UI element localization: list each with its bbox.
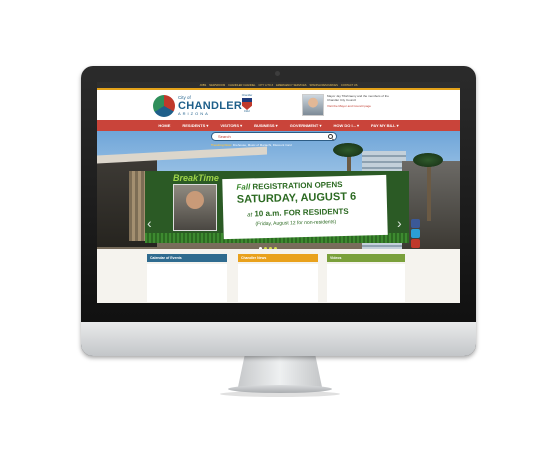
hero-section: Search Trending Now: Firehouse, Music of… [97,131,460,303]
product-mockup: JOBS NEWSROOM CHANDLER CHANNEL CITY A TO… [0,0,555,472]
nav-pay-my-bill[interactable]: PAY MY BILL ▾ [371,123,399,128]
search-box[interactable]: Search [211,132,337,141]
utility-link-newsroom[interactable]: NEWSROOM [209,84,225,87]
badge-label: Chandler [241,94,253,97]
logo-state: ARIZONA [178,110,210,116]
nav-residents[interactable]: RESIDENTS ▾ [182,123,208,128]
search-icon[interactable] [328,134,333,139]
hero-canopy [97,146,267,164]
feature-tiles: Calendar of Events Chandler News Videos [97,249,460,303]
registration-note: (Friday, August 12 for non-residents) [255,219,337,228]
palm-fronds [413,153,443,167]
shield-icon [242,98,252,110]
season-label: Fall [236,182,251,192]
tile-calendar[interactable]: Calendar of Events [147,254,227,262]
nav-business[interactable]: BUSINESS ▾ [254,123,278,128]
registration-date: SATURDAY, AUGUST 6 [236,190,357,206]
youtube-icon[interactable] [411,239,420,248]
logo-emblem-icon [153,95,175,117]
registration-opens: REGISTRATION OPENS [252,180,343,192]
tile-videos[interactable]: Videos [327,254,405,262]
logo-wordmark: City of CHANDLER ARIZONA [178,96,242,116]
mayor-promo: Mayor Jay Tibshraeny and the members of … [302,94,397,116]
utility-link-emergency[interactable]: EMERGENCY SERVICES [276,84,306,87]
monitor-stand-neck [238,355,322,387]
website-screen: JOBS NEWSROOM CHANDLER CHANNEL CITY A TO… [97,82,460,303]
registration-time: at 10 a.m. FOR RESIDENTS [247,207,349,219]
time-text: 10 a.m. FOR RESIDENTS [254,206,349,219]
mayor-description: Mayor Jay Tibshraeny and the members of … [327,94,389,103]
site-header: City of CHANDLER ARIZONA Chandler 1912 M… [97,90,460,120]
facebook-icon[interactable] [411,219,420,228]
palm-trunk [427,161,431,221]
time-prefix: at [247,212,253,219]
utility-link-spanish[interactable]: SPANISH RESOURCES [310,84,338,87]
trending-now: Trending Now: Firehouse, Music of Mariac… [211,143,351,147]
registration-panel: Fall REGISTRATION OPENS SATURDAY, AUGUST… [222,174,388,240]
tile-news-label: Chandler News [241,256,267,260]
monitor-stand-foot [228,385,332,393]
nav-visitors[interactable]: VISITORS ▾ [220,123,242,128]
mayor-photo [302,94,324,116]
nav-government[interactable]: GOVERNMENT ▾ [290,123,322,128]
chevron-left-icon[interactable]: ‹ [147,215,152,231]
registration-heading: Fall REGISTRATION OPENS [236,180,342,192]
site-logo[interactable]: City of CHANDLER ARIZONA [153,95,242,117]
mayor-text-block: Mayor Jay Tibshraeny and the members of … [327,94,397,108]
utility-link-channel[interactable]: CHANDLER CHANNEL [228,84,255,87]
breaktime-logo: BreakTime [173,173,219,183]
tile-calendar-body [147,264,227,302]
utility-link-jobs[interactable]: JOBS [199,84,206,87]
nav-how-do-i[interactable]: HOW DO I... ▾ [333,123,359,128]
breaktime-photo [173,184,217,231]
trending-label: Trending Now: [211,143,232,147]
nav-home[interactable]: HOME [158,123,170,128]
camera-icon [275,71,280,76]
mayor-link[interactable]: Visit the Mayor and Council page [327,104,397,108]
tile-calendar-label: Calendar of Events [150,256,182,260]
tile-news[interactable]: Chandler News [238,254,318,262]
search-placeholder: Search [218,134,231,139]
chevron-right-icon[interactable]: › [397,215,402,231]
utility-link-a-to-z[interactable]: CITY A TO Z [259,84,274,87]
tile-videos-body [327,264,405,302]
twitter-icon[interactable] [411,229,420,238]
centennial-badge: Chandler 1912 [240,94,254,116]
trending-links[interactable]: Firehouse, Music of Mariachi, Discount C… [233,143,292,147]
main-nav: HOME RESIDENTS ▾ VISITORS ▾ BUSINESS ▾ G… [97,120,460,131]
badge-year: 1912 [244,110,250,113]
monitor-chin [81,322,476,356]
utility-link-contact[interactable]: CONTACT US [341,84,358,87]
tile-videos-label: Videos [330,256,342,260]
tile-news-body [238,264,318,302]
promo-carousel[interactable]: BreakTime Fall REGISTRATION OPENS SATURD… [145,171,409,243]
